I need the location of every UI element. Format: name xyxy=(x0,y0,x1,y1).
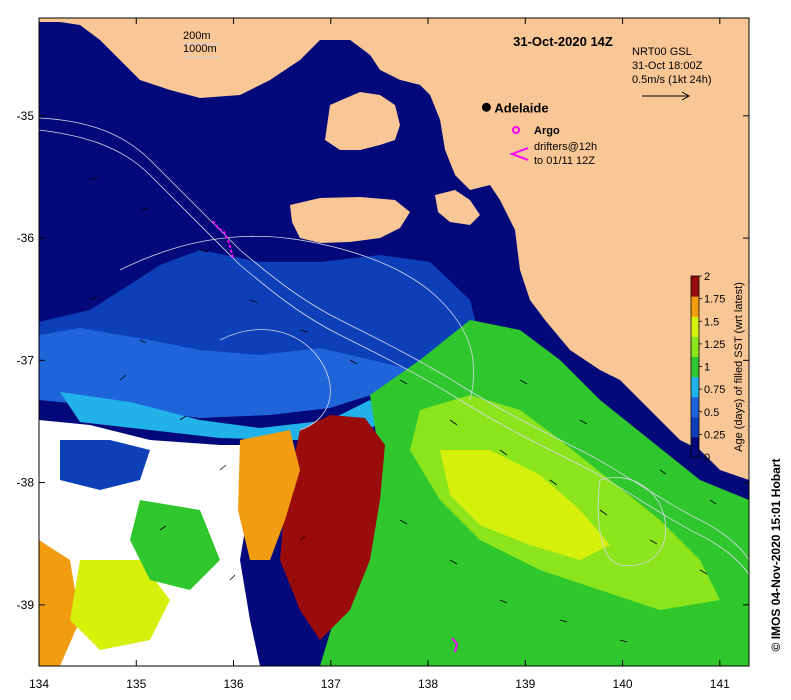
lat-tick-label: -36 xyxy=(17,231,35,245)
colorbar-segment xyxy=(691,296,699,317)
argo-legend-label: Argo xyxy=(534,125,560,137)
current-legend-source: NRT00 GSL xyxy=(632,46,692,58)
colorbar-segment xyxy=(691,376,699,398)
lon-tick-label: 134 xyxy=(29,677,49,691)
colorbar-tick-label: 0.5 xyxy=(704,407,719,419)
adelaide-marker xyxy=(481,102,491,112)
adelaide-label: Adelaide xyxy=(494,100,548,115)
current-legend-scale: 0.5m/s (1kt 24h) xyxy=(632,74,711,86)
lon-tick-label: 137 xyxy=(321,677,341,691)
drifters-legend-line1: drifters@12h xyxy=(534,141,597,153)
contour-legend-200m: 200m xyxy=(183,30,211,42)
colorbar-segment xyxy=(691,416,699,438)
lat-tick-label: -37 xyxy=(17,353,35,367)
colorbar-label: Age (days) of filled SST (wrt latest) xyxy=(733,282,745,452)
lon-tick-label: 139 xyxy=(515,677,535,691)
drifters-legend-line2: to 01/11 12Z xyxy=(534,155,595,167)
colorbar-segment xyxy=(691,336,699,357)
colorbar-tick-label: 1.25 xyxy=(704,339,725,351)
lon-tick-label: 138 xyxy=(418,677,438,691)
lon-tick-label: 135 xyxy=(126,677,146,691)
colorbar-tick-label: 0.75 xyxy=(704,384,725,396)
colorbar-tick-label: 1 xyxy=(704,362,710,374)
lat-tick-label: -35 xyxy=(17,109,35,123)
lon-tick-label: 136 xyxy=(224,677,244,691)
lat-tick-label: -38 xyxy=(17,476,35,490)
current-legend-time: 31-Oct 18:00Z xyxy=(632,60,703,72)
colorbar-tick-label: 0 xyxy=(704,452,710,464)
colorbar-segment xyxy=(691,276,699,297)
lat-tick-label: -39 xyxy=(17,598,35,612)
colorbar-segment xyxy=(691,316,699,337)
imos-credit: © IMOS 04-Nov-2020 15:01 Hobart xyxy=(769,459,783,652)
sst-age-map: 134 135 136 137 138 139 140 141 -35 -36 -37 -38 -39… xyxy=(17,17,783,691)
colorbar-segment xyxy=(691,396,699,418)
colorbar-segment xyxy=(691,436,699,458)
colorbar-tick-label: 1.5 xyxy=(704,316,719,328)
colorbar-tick-label: 0.25 xyxy=(704,429,725,441)
map-plot-area xyxy=(39,18,749,666)
colorbar-tick-label: 2 xyxy=(704,271,710,283)
map-title: 31-Oct-2020 14Z xyxy=(513,34,613,49)
contour-legend-1000m: 1000m xyxy=(183,43,217,55)
lon-tick-label: 140 xyxy=(613,677,633,691)
colorbar-tick-label: 1.75 xyxy=(704,294,725,306)
colorbar-segment xyxy=(691,356,699,378)
lon-tick-label: 141 xyxy=(710,677,730,691)
